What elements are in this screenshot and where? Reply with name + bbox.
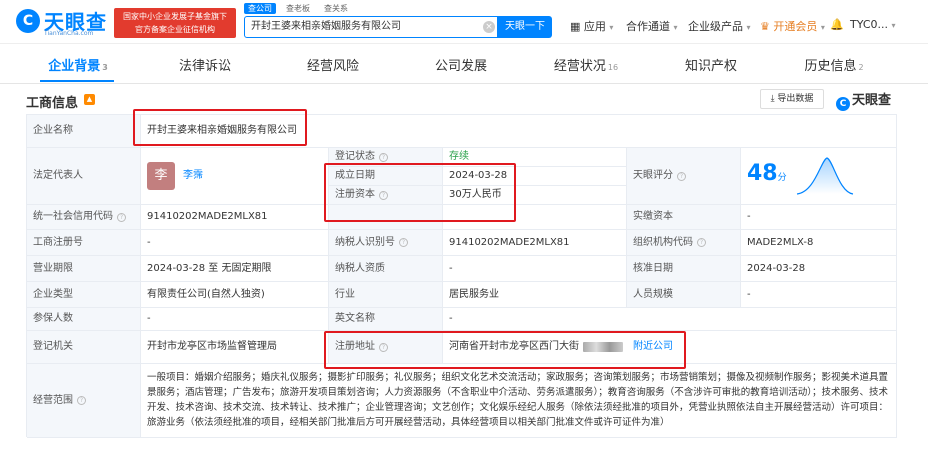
hot-icon: ▲	[84, 94, 95, 105]
taxpayer-qual-value: -	[443, 256, 627, 282]
chevron-down-icon: ▾	[673, 23, 678, 32]
label-credit-code: 统一社会信用代码?	[27, 205, 141, 230]
brand-logo-icon: C	[836, 97, 850, 111]
label-paid-capital: 实缴资本	[627, 205, 741, 230]
help-icon: ?	[77, 396, 86, 405]
label-staff-size: 人员规模	[627, 282, 741, 308]
nav-app[interactable]: ▦ 应用 ▾	[570, 18, 613, 34]
biz-reg-no-value: -	[141, 230, 329, 256]
top-bar: C 天眼查 TianYanCha.com 国家中小企业发展子基金旗下 官方备案企…	[0, 0, 928, 44]
help-icon: ?	[399, 238, 408, 247]
label-reg-authority: 登记机关	[27, 331, 141, 364]
avatar: 李	[147, 162, 175, 190]
active-tab-indicator	[40, 80, 114, 82]
section-title: 工商信息	[26, 96, 79, 111]
bell-icon[interactable]: 🔔	[830, 18, 844, 31]
badge-line-2: 官方备案企业征信机构	[135, 25, 215, 34]
tab-operating-status[interactable]: 经营状况 16	[546, 52, 626, 84]
grid-icon: ▦	[570, 20, 581, 33]
nav-user[interactable]: TYC0... ▾	[850, 18, 896, 31]
watermark-brand: C 天眼查	[836, 89, 891, 111]
label-english-name: 英文名称	[329, 308, 443, 331]
label-scope: 经营范围?	[27, 364, 141, 438]
search-button[interactable]: 天眼一下	[498, 16, 552, 38]
tab-business-risk[interactable]: 经营风险	[294, 52, 374, 84]
staff-size-value: -	[741, 282, 897, 308]
crown-icon: ♛	[760, 20, 770, 33]
logo-subtext: TianYanCha.com	[44, 30, 94, 37]
logo-icon: C	[16, 9, 40, 33]
search-input[interactable]: 开封王婆来相亲婚姻服务有限公司	[244, 16, 498, 38]
nav-vip[interactable]: ♛ 开通会员 ▾	[760, 18, 825, 34]
nav-channel[interactable]: 合作通道 ▾	[626, 18, 678, 34]
legal-rep-cell: 李 李霈	[141, 148, 329, 205]
legal-rep-link[interactable]: 李霈	[183, 169, 203, 183]
label-biz-reg-no: 工商注册号	[27, 230, 141, 256]
help-icon: ?	[697, 238, 706, 247]
search-tab-relation[interactable]: 查关系	[320, 3, 352, 14]
highlight-address	[324, 331, 686, 369]
label-company-type: 企业类型	[27, 282, 141, 308]
label-approval-date: 核准日期	[627, 256, 741, 282]
label-score: 天眼评分?	[627, 148, 741, 205]
industry-value: 居民服务业	[443, 282, 627, 308]
search-tab-company[interactable]: 查公司	[244, 3, 276, 14]
english-name-value: -	[443, 308, 897, 331]
help-icon: ?	[117, 212, 126, 222]
org-code-value: MADE2MLX-8	[741, 230, 897, 256]
company-type-value: 有限责任公司(自然人独资)	[141, 282, 329, 308]
label-term: 营业期限	[27, 256, 141, 282]
tab-company-development[interactable]: 公司发展	[422, 52, 502, 84]
nav-enterprise-products[interactable]: 企业级产品 ▾	[688, 18, 751, 34]
label-company-name: 企业名称	[27, 115, 141, 148]
help-icon: ?	[379, 152, 388, 162]
export-data-button[interactable]: ⤓ 导出数据	[760, 89, 824, 109]
clear-search-icon[interactable]: ×	[483, 21, 495, 33]
label-taxpayer-id: 纳税人识别号?	[329, 230, 443, 256]
chevron-down-icon: ▾	[891, 21, 896, 30]
tab-history[interactable]: 历史信息 2	[794, 52, 874, 84]
search-tab-boss[interactable]: 查老板	[282, 3, 314, 14]
highlight-date-capital	[324, 163, 516, 222]
search-type-tabs: 查公司 查老板 查关系	[244, 3, 358, 15]
paid-capital-value: -	[741, 205, 897, 230]
label-taxpayer-qual: 纳税人资质	[329, 256, 443, 282]
score-cell[interactable]: 48分	[741, 148, 897, 205]
download-icon: ⤓	[770, 94, 775, 104]
certification-badge: 国家中小企业发展子基金旗下 官方备案企业征信机构	[114, 8, 236, 38]
badge-line-1: 国家中小企业发展子基金旗下	[123, 12, 227, 21]
chevron-down-icon: ▾	[746, 23, 751, 32]
help-icon: ?	[677, 171, 686, 181]
label-legal-rep: 法定代表人	[27, 148, 141, 205]
tab-litigation[interactable]: 法律诉讼	[166, 52, 246, 84]
score-curve-icon	[796, 157, 853, 195]
label-industry: 行业	[329, 282, 443, 308]
highlight-company-name	[133, 109, 307, 146]
scope-value: 一般项目：婚姻介绍服务；婚庆礼仪服务；摄影扩印服务；礼仪服务；组织文化艺术交流活…	[141, 364, 897, 438]
insured-value: -	[141, 308, 329, 331]
chevron-down-icon: ▾	[609, 23, 614, 32]
label-insured: 参保人数	[27, 308, 141, 331]
reg-authority-value: 开封市龙亭区市场监督管理局	[141, 331, 329, 364]
label-org-code: 组织机构代码?	[627, 230, 741, 256]
term-value: 2024-03-28 至 无固定期限	[141, 256, 329, 282]
credit-code-value: 91410202MADE2MLX81	[141, 205, 329, 230]
chevron-down-icon: ▾	[820, 23, 825, 32]
site-logo[interactable]: C 天眼查 TianYanCha.com	[16, 6, 112, 38]
main-tabs: 企业背景 3 法律诉讼 经营风险 公司发展 经营状况 16 知识产权 历史信息 2	[0, 52, 928, 84]
score-value: 48分	[747, 161, 787, 186]
taxpayer-id-value: 91410202MADE2MLX81	[443, 230, 627, 256]
approval-date-value: 2024-03-28	[741, 256, 897, 282]
tab-intellectual-property[interactable]: 知识产权	[672, 52, 752, 84]
